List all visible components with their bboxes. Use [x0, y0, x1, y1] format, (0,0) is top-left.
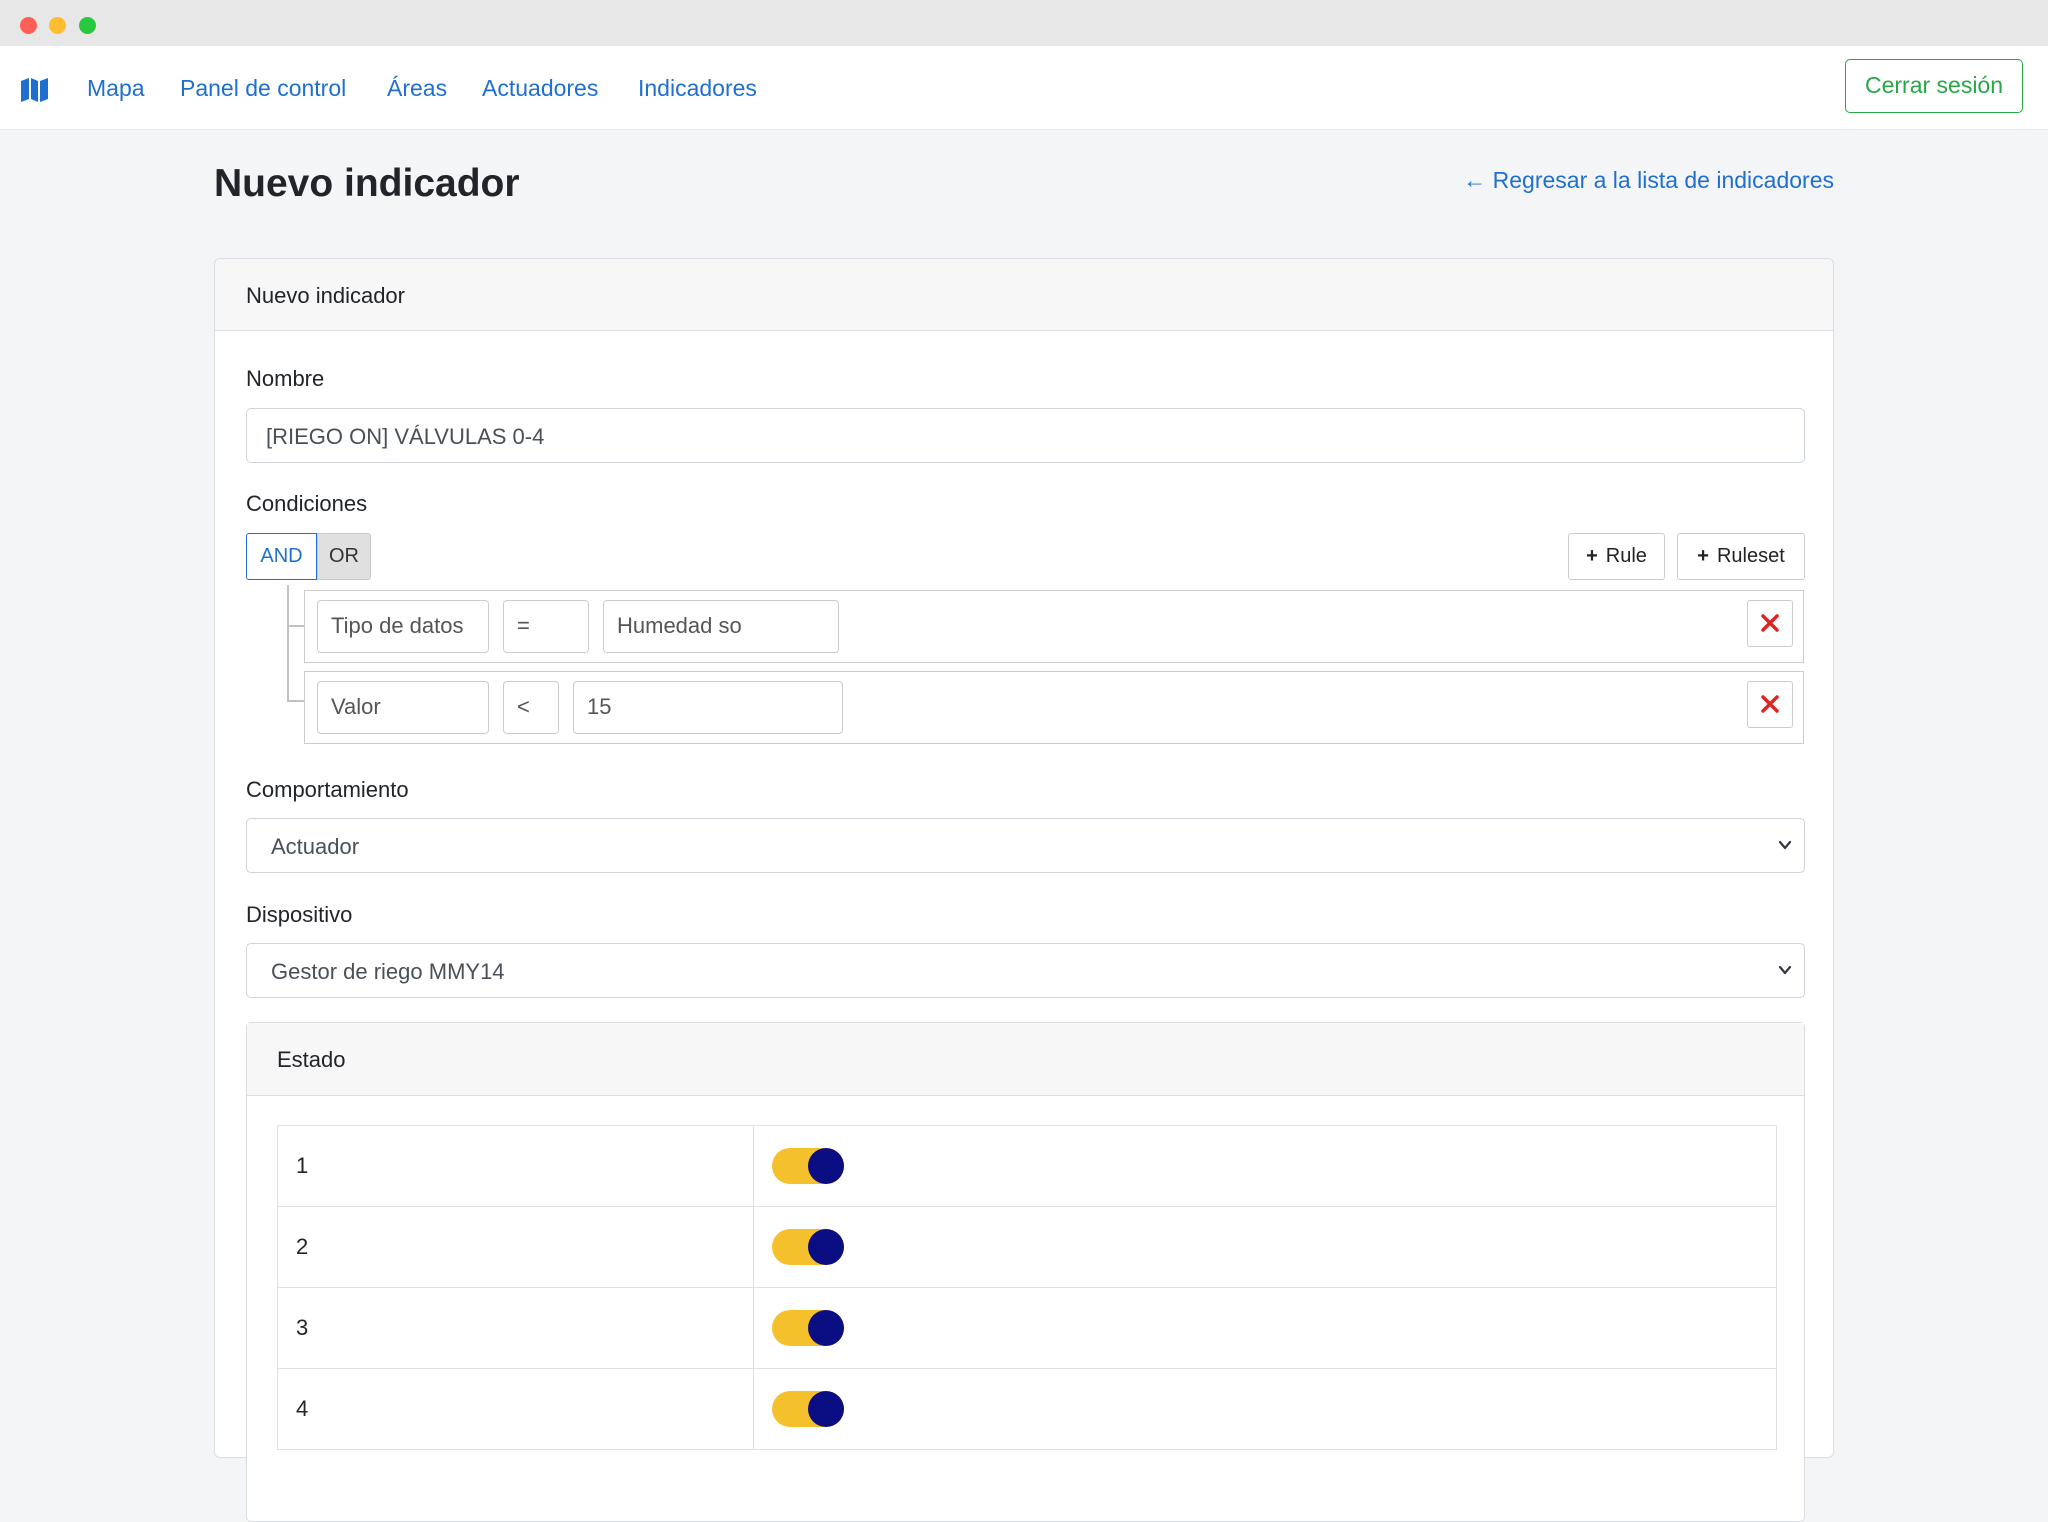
toggle-knob	[808, 1391, 844, 1427]
rule-tree-branch	[287, 700, 304, 702]
nav-link-mapa[interactable]: Mapa	[87, 74, 145, 102]
table-row: 2	[277, 1206, 1777, 1288]
state-number: 1	[277, 1125, 754, 1207]
or-button[interactable]: OR	[317, 533, 371, 580]
state-toggle[interactable]	[772, 1148, 844, 1184]
rule-operator-select[interactable]: <	[503, 681, 559, 734]
behavior-select[interactable]: Actuador	[246, 818, 1805, 873]
close-icon	[1760, 694, 1779, 713]
nav-link-actuadores[interactable]: Actuadores	[482, 74, 598, 102]
new-indicator-card: Nuevo indicador Nombre [RIEGO ON] VÁLVUL…	[214, 258, 1834, 1522]
state-number: 4	[277, 1368, 754, 1450]
state-table: 1 2 3 4	[277, 1125, 1777, 1450]
toggle-knob	[808, 1148, 844, 1184]
toggle-knob	[808, 1310, 844, 1346]
navbar: Mapa Panel de control Áreas Actuadores I…	[0, 46, 2048, 130]
rule-value-input[interactable]: Humedad so	[603, 600, 839, 653]
condition-rule: Valor < 15	[304, 671, 1804, 744]
close-window-button[interactable]	[20, 17, 37, 34]
state-toggle[interactable]	[772, 1229, 844, 1265]
name-label: Nombre	[246, 366, 325, 391]
conditions-label: Condiciones	[246, 491, 368, 516]
back-to-list-link[interactable]: ← Regresar a la lista de indicadores	[1463, 167, 1834, 194]
map-icon[interactable]	[21, 78, 48, 102]
close-icon	[1760, 613, 1779, 632]
plus-icon: +	[1697, 545, 1709, 567]
rule-operator-select[interactable]: =	[503, 600, 589, 653]
rule-tree-branch	[287, 625, 304, 627]
rule-tree-line	[287, 585, 289, 702]
state-number: 3	[277, 1287, 754, 1369]
table-row: 1	[277, 1125, 1777, 1207]
add-rule-label: Rule	[1605, 545, 1647, 567]
toggle-knob	[808, 1229, 844, 1265]
rule-value-input[interactable]: 15	[573, 681, 843, 734]
device-select[interactable]: Gestor de riego MMY14	[246, 943, 1805, 998]
state-toggle-cell	[753, 1125, 1777, 1207]
table-row: 4	[277, 1368, 1777, 1450]
state-card-header: Estado	[247, 1023, 1804, 1096]
name-input-value: [RIEGO ON] VÁLVULAS 0-4	[266, 424, 545, 449]
add-ruleset-button[interactable]: + Ruleset	[1677, 533, 1805, 580]
state-toggle[interactable]	[772, 1391, 844, 1427]
minimize-window-button[interactable]	[49, 17, 66, 34]
nav-link-indicadores[interactable]: Indicadores	[638, 74, 757, 102]
rule-field-select[interactable]: Valor	[317, 681, 489, 734]
nav-link-panel-de-control[interactable]: Panel de control	[180, 74, 346, 102]
maximize-window-button[interactable]	[79, 17, 96, 34]
delete-rule-button[interactable]	[1747, 681, 1793, 728]
state-title: Estado	[277, 1047, 346, 1072]
and-button[interactable]: AND	[246, 533, 317, 580]
rule-field-select[interactable]: Tipo de datos	[317, 600, 489, 653]
logout-button[interactable]: Cerrar sesión	[1845, 59, 2023, 113]
card-header: Nuevo indicador	[215, 259, 1833, 331]
state-toggle[interactable]	[772, 1310, 844, 1346]
nav-link-areas[interactable]: Áreas	[387, 74, 447, 102]
add-ruleset-label: Ruleset	[1716, 545, 1785, 567]
condition-rule: Tipo de datos = Humedad so	[304, 590, 1804, 663]
chevron-down-icon	[1778, 840, 1792, 850]
table-row: 3	[277, 1287, 1777, 1369]
page-title: Nuevo indicador	[214, 162, 520, 205]
device-select-value: Gestor de riego MMY14	[271, 959, 505, 984]
behavior-select-value: Actuador	[271, 834, 360, 859]
behavior-label: Comportamiento	[246, 777, 409, 802]
state-card: Estado 1 2 3 4	[246, 1022, 1805, 1522]
state-number: 2	[277, 1206, 754, 1288]
add-rule-button[interactable]: + Rule	[1568, 533, 1665, 580]
card-title: Nuevo indicador	[246, 283, 405, 308]
state-toggle-cell	[753, 1287, 1777, 1369]
plus-icon: +	[1586, 545, 1598, 567]
state-toggle-cell	[753, 1206, 1777, 1288]
chevron-down-icon	[1778, 965, 1792, 975]
name-input[interactable]: [RIEGO ON] VÁLVULAS 0-4	[246, 408, 1805, 463]
window-titlebar	[0, 0, 2048, 46]
delete-rule-button[interactable]	[1747, 600, 1793, 647]
state-toggle-cell	[753, 1368, 1777, 1450]
device-label: Dispositivo	[246, 902, 353, 927]
